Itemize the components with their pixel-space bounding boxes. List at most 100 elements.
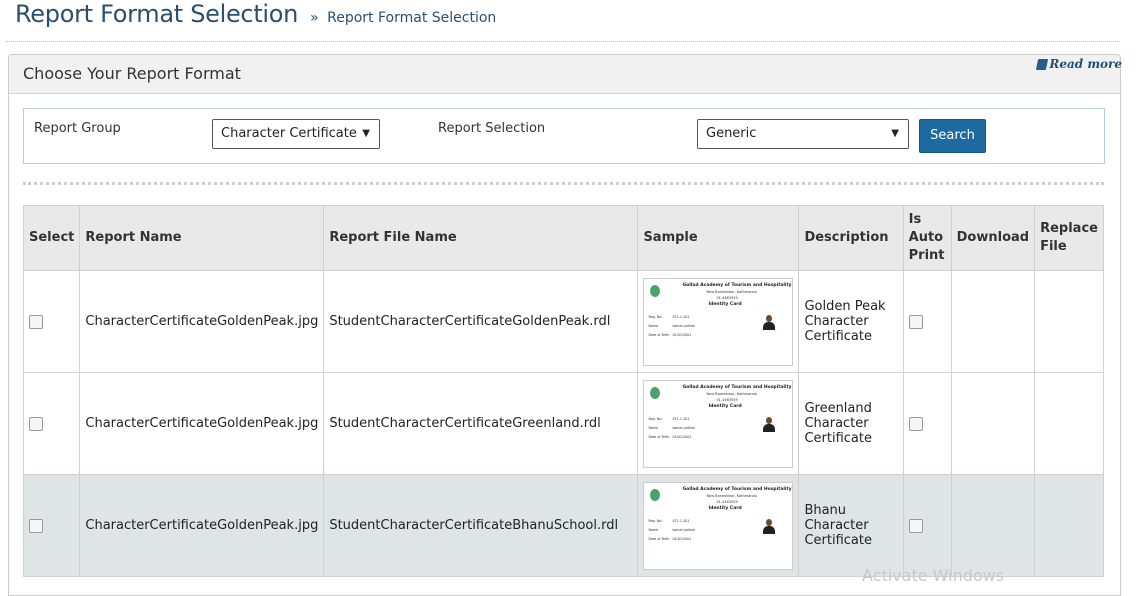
select-checkbox[interactable] <box>29 314 43 329</box>
read-more-link[interactable]: Read more <box>1036 57 1122 71</box>
sample-dob-label: Date of Birth <box>648 332 670 337</box>
panel-title: Choose Your Report Format <box>23 64 241 83</box>
read-more-label: Read more <box>1049 57 1122 71</box>
column-header-sample: Sample <box>637 205 800 271</box>
sample-dob-value: 01/01/2001 <box>672 332 692 337</box>
sample-thumbnail[interactable]: Gollad Academy of Tourism and Hospitalit… <box>643 277 794 366</box>
sample-cell: Gollad Academy of Tourism and Hospitalit… <box>637 474 800 577</box>
sample-reg-value: 071-1-201 <box>672 416 690 421</box>
column-header-is-auto-print: Is Auto Print <box>902 205 952 271</box>
table-header-row: Select Report Name Report File Name Samp… <box>22 205 1104 271</box>
report-name-cell: CharacterCertificateGoldenPeak.jpg <box>79 270 325 373</box>
select-checkbox[interactable] <box>29 416 43 431</box>
breadcrumb: » Report Format Selection <box>310 10 496 26</box>
sample-org: Gollad Academy of Tourism and Hospitalit… <box>682 384 792 390</box>
report-group-value: Character Certificate <box>221 126 357 141</box>
avatar-icon <box>762 314 776 331</box>
column-header-report-file-name: Report File Name <box>323 205 639 271</box>
seal-icon <box>650 488 661 501</box>
sample-thumbnail[interactable]: Gollad Academy of Tourism and Hospitalit… <box>643 481 794 570</box>
chevron-down-icon: ▼ <box>362 128 370 139</box>
table-row: CharacterCertificateGoldenPeak.jpg Stude… <box>22 474 1104 577</box>
sample-name-label: Name <box>648 425 659 430</box>
replace-file-cell <box>1034 270 1104 373</box>
sample-cell: Gollad Academy of Tourism and Hospitalit… <box>637 372 800 475</box>
sample-card-title: Identity Card <box>708 505 742 511</box>
report-selection-value: Generic <box>706 126 757 141</box>
report-file-name-cell: StudentCharacterCertificateGreenland.rdl <box>323 372 639 475</box>
sample-name-value: kamal pathak <box>672 425 695 430</box>
seal-icon <box>650 386 661 399</box>
sample-reg-label: Reg. No.: <box>648 518 664 523</box>
sample-reg-value: 071-1-201 <box>672 314 690 319</box>
sample-card-title: Identity Card <box>708 403 742 409</box>
sample-cell: Gollad Academy of Tourism and Hospitalit… <box>637 270 800 373</box>
select-checkbox[interactable] <box>29 518 43 533</box>
page-title: Report Format Selection <box>15 0 299 28</box>
replace-file-cell <box>1034 474 1104 577</box>
sample-thumbnail[interactable]: Gollad Academy of Tourism and Hospitalit… <box>643 379 794 468</box>
book-icon <box>1036 58 1049 70</box>
sample-address: New Baneshwor, Kathmandu <box>706 391 757 396</box>
avatar-icon <box>762 518 776 535</box>
replace-file-cell <box>1034 372 1104 475</box>
auto-print-checkbox[interactable] <box>908 314 923 329</box>
filter-box: Report Group Character Certificate ▼ Rep… <box>23 108 1105 164</box>
download-cell <box>950 270 1036 373</box>
column-header-download: Download <box>950 205 1036 271</box>
report-file-name-cell: StudentCharacterCertificateBhanuSchool.r… <box>323 474 639 577</box>
sample-phone: 01-4463559 <box>716 499 738 504</box>
section-divider <box>23 182 1104 185</box>
page-header: Report Format Selection » Report Format … <box>15 0 496 40</box>
table-row: CharacterCertificateGoldenPeak.jpg Stude… <box>22 372 1104 475</box>
sample-name-value: kamal pathak <box>672 323 695 328</box>
auto-print-checkbox[interactable] <box>908 518 923 533</box>
column-header-description: Description <box>798 205 904 271</box>
chevron-down-icon: ▼ <box>891 128 899 139</box>
description-cell: Bhanu Character Certificate <box>798 474 904 577</box>
sample-phone: 01-4463559 <box>716 295 738 300</box>
header-divider <box>6 41 1120 42</box>
sample-dob-label: Date of Birth <box>648 536 670 541</box>
sample-name-label: Name <box>648 527 659 532</box>
breadcrumb-current[interactable]: Report Format Selection <box>327 10 496 26</box>
report-format-panel: Choose Your Report Format Read more Repo… <box>8 54 1122 596</box>
sample-dob-value: 01/01/2001 <box>672 536 692 541</box>
sample-card-title: Identity Card <box>708 301 742 307</box>
download-cell <box>950 372 1036 475</box>
sample-dob-label: Date of Birth <box>648 434 670 439</box>
report-group-label: Report Group <box>34 121 121 136</box>
sample-reg-label: Reg. No.: <box>648 416 664 421</box>
sample-address: New Baneshwor, Kathmandu <box>706 289 757 294</box>
sample-dob-value: 01/01/2001 <box>672 434 692 439</box>
avatar-icon <box>762 416 776 433</box>
sample-name-label: Name <box>648 323 659 328</box>
column-header-report-name: Report Name <box>79 205 325 271</box>
report-format-table: Select Report Name Report File Name Samp… <box>22 205 1104 577</box>
search-button[interactable]: Search <box>919 119 986 153</box>
download-cell <box>950 474 1036 577</box>
activate-windows-watermark: Activate Windows <box>862 566 1005 585</box>
column-header-select: Select <box>22 205 81 271</box>
sample-org: Gollad Academy of Tourism and Hospitalit… <box>682 282 792 288</box>
sample-name-value: kamal pathak <box>672 527 695 532</box>
sample-phone: 01-4463559 <box>716 397 738 402</box>
report-name-cell: CharacterCertificateGoldenPeak.jpg <box>79 474 325 577</box>
column-header-replace-file: Replace File <box>1034 205 1104 271</box>
report-name-cell: CharacterCertificateGoldenPeak.jpg <box>79 372 325 475</box>
description-cell: Golden Peak Character Certificate <box>798 270 904 373</box>
report-selection-label: Report Selection <box>438 121 546 136</box>
auto-print-checkbox[interactable] <box>908 416 923 431</box>
report-group-select[interactable]: Character Certificate ▼ <box>212 119 380 149</box>
sample-reg-value: 071-1-201 <box>672 518 690 523</box>
report-selection-select[interactable]: Generic ▼ <box>697 119 909 149</box>
sample-address: New Baneshwor, Kathmandu <box>706 493 757 498</box>
report-file-name-cell: StudentCharacterCertificateGoldenPeak.rd… <box>323 270 639 373</box>
panel-header: Choose Your Report Format Read more <box>9 55 1122 94</box>
table-row: CharacterCertificateGoldenPeak.jpg Stude… <box>22 270 1104 373</box>
sample-org: Gollad Academy of Tourism and Hospitalit… <box>682 486 792 492</box>
description-cell: Greenland Character Certificate <box>798 372 904 475</box>
breadcrumb-separator: » <box>310 10 319 26</box>
sample-reg-label: Reg. No.: <box>648 314 664 319</box>
seal-icon <box>650 284 661 297</box>
